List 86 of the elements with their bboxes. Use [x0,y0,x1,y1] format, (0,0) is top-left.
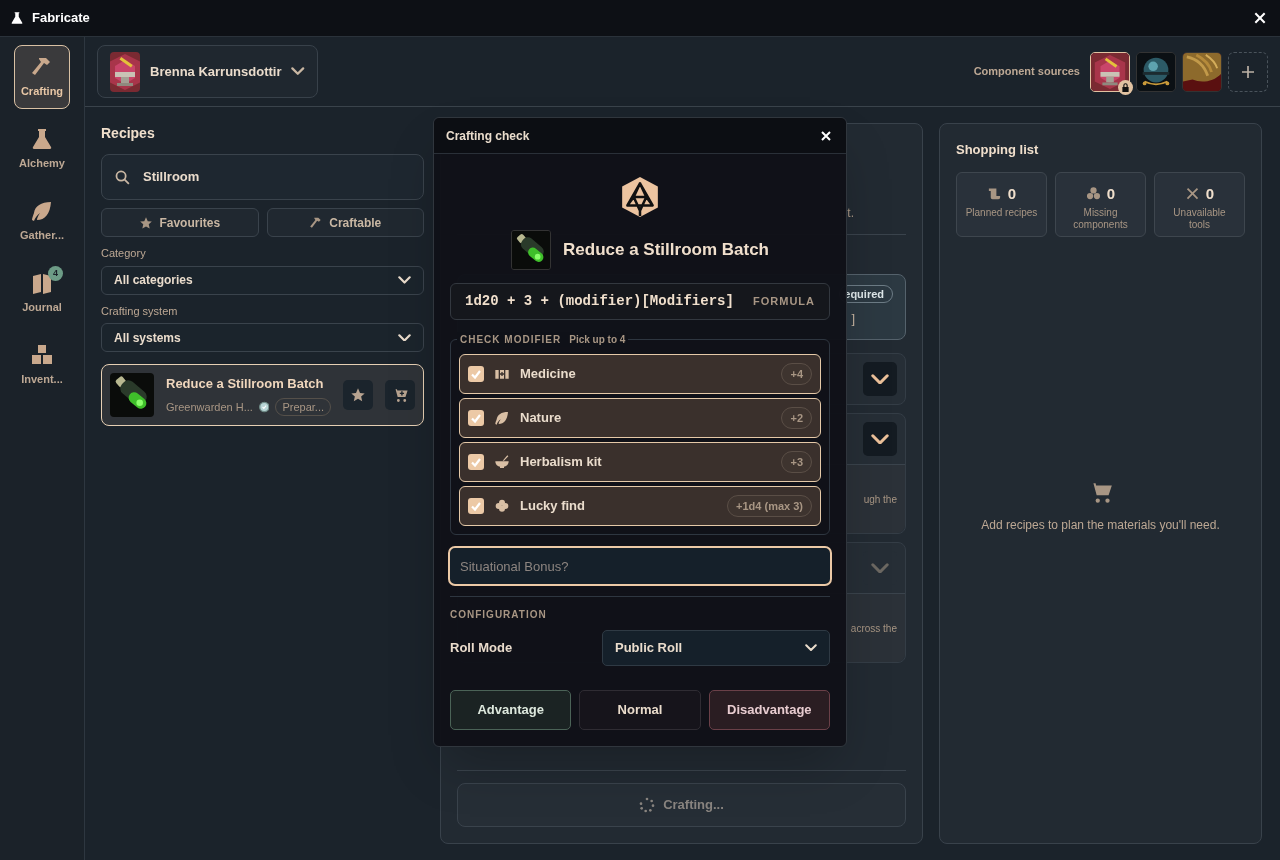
checkbox[interactable] [468,498,484,514]
modifier-value: +1d4 (max 3) [727,495,812,517]
scroll-icon [986,186,1002,202]
dialog-title: Crafting check [446,127,531,145]
expand-button[interactable] [863,362,897,396]
chevron-down-icon [291,67,305,76]
stat-value: 0 [1007,183,1017,204]
modifier-value: +2 [781,407,812,429]
modifier-option[interactable]: Lucky find +1d4 (max 3) [459,486,821,526]
section-label: CONFIGURATION [450,608,548,622]
modifier-option[interactable]: Herbalism kit +3 [459,442,821,482]
stat-label: Planned recipes [964,207,1039,219]
modifier-value: +3 [781,451,812,473]
checkbox[interactable] [468,454,484,470]
star-icon [139,215,154,230]
description-text: t. [847,205,854,222]
star-icon [350,387,366,403]
nav-tab[interactable]: Crafting [14,45,70,109]
recipe-card[interactable]: Reduce a Stillroom Batch Greenwarden H... Prepar... [101,364,424,426]
mortar-icon [494,454,510,470]
favourite-button[interactable] [343,380,373,410]
flask-icon [30,126,54,151]
checkbox[interactable] [468,366,484,382]
filter-button[interactable]: Craftable [266,208,424,237]
roll-button[interactable]: Normal [579,690,701,730]
clover-icon [494,498,510,514]
character-selector[interactable]: Brenna Karrunsdottir [97,45,318,98]
nav-tab[interactable]: Journal 4 [14,261,70,325]
chevron-down-icon [398,333,411,342]
craft-button[interactable]: Crafting... [457,783,906,827]
stat-value: 0 [1106,183,1116,204]
description-text: across the [850,621,897,636]
dropdown[interactable]: All categories [101,265,424,295]
chevron-down-icon [398,276,411,284]
bonus-input[interactable]: Situational Bonus? [448,546,832,586]
chevron-down-icon [871,433,889,445]
field-label: Crafting system [101,303,179,319]
field-label: Roll Mode [450,639,514,658]
nav-tab[interactable]: Invent... [14,333,70,397]
modifier-option[interactable]: Medicine +4 [459,354,821,394]
chevron-down-icon [871,373,889,385]
recipe-name: Reduce a Stillroom Batch [166,375,325,393]
search-field[interactable]: Stillroom [101,154,424,200]
group-label: CHECK MODIFIER [460,333,562,347]
add-to-cart-button[interactable] [385,380,415,410]
boxes-icon [30,342,54,367]
empty-message: Add recipes to plan the materials you'll need. [981,516,1220,534]
chevron-down-icon [805,644,817,652]
filter-button[interactable]: Favourites [101,208,259,237]
nav-tab[interactable]: Gather... [14,189,70,253]
spinner-icon [639,797,656,813]
plus-icon [1240,63,1256,80]
stat-value: 0 [1205,183,1215,204]
formula-text: 1d20 + 3 + (modifier)[Modifiers] [465,292,734,311]
expand-button[interactable] [863,422,897,456]
checkbox[interactable] [468,410,484,426]
recipe-source: Greenwarden H... [166,399,253,415]
modifier-option[interactable]: Nature +2 [459,398,821,438]
add-button[interactable] [1228,51,1268,92]
requirement-text: ] [851,310,855,329]
close-icon [1253,11,1267,25]
nav-tab[interactable]: Alchemy [14,117,70,181]
section-title: Recipes [101,124,156,143]
leaf-icon [494,410,510,426]
d20-icon [619,176,661,218]
field-label: Category [101,246,147,261]
roll-button[interactable]: Disadvantage [708,690,830,730]
chevron-down-icon [871,562,889,574]
close-icon [820,129,832,142]
roll-mode-dropdown[interactable]: Public Roll [602,630,830,666]
group-hint: Pick up to 4 [569,333,626,347]
description-text: ugh the [863,492,897,507]
cluster-icon [1085,186,1101,202]
window-title: Fabricate [32,9,90,28]
search-icon [114,168,131,186]
modifier-value: +4 [781,363,812,385]
recipe-title: Reduce a Stillroom Batch [563,239,769,262]
section-title: Shopping list [956,141,1040,159]
flask-icon [10,11,24,25]
section-label: Component sources [973,64,1080,80]
dropdown[interactable]: All systems [101,323,424,352]
count-badge: 4 [48,266,63,281]
stat-label: Missing components [1072,207,1129,231]
formula-label: FORMULA [753,294,815,310]
stat-label: Unavailable tools [1172,207,1227,231]
roll-button[interactable]: Advantage [450,690,572,730]
